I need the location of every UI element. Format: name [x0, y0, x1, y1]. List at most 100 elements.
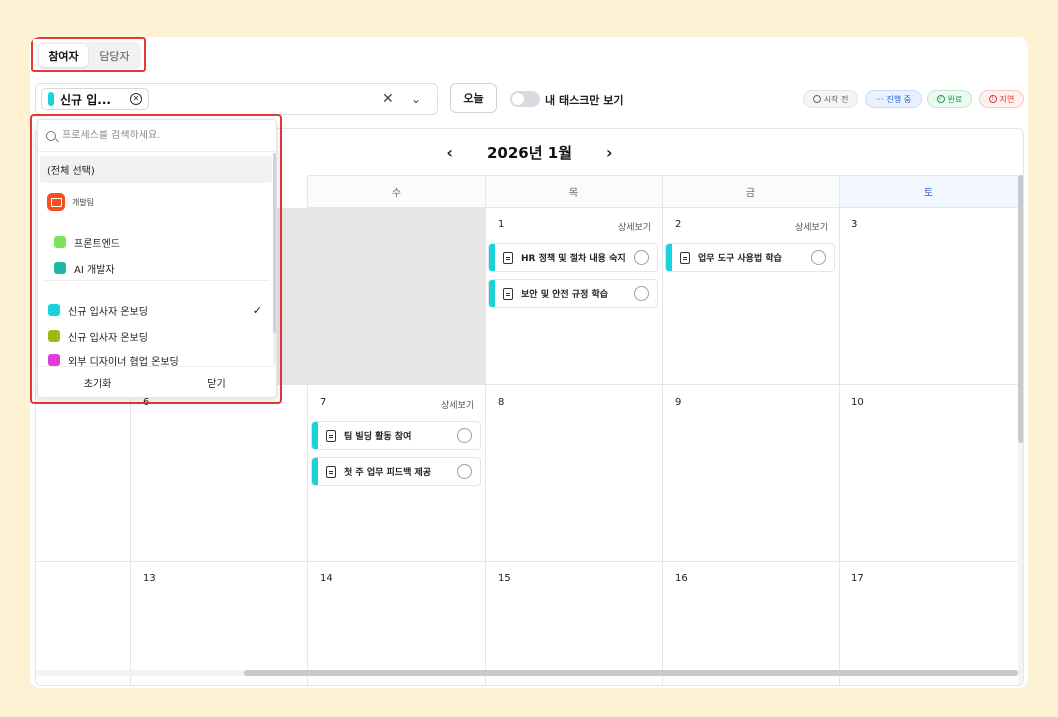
weekday-thu: 목	[485, 175, 662, 208]
task-label: 업무 도구 사용법 학습	[698, 254, 782, 264]
task-complete-toggle[interactable]	[634, 286, 649, 301]
process-option-label: 신규 입사자 온보딩	[68, 332, 148, 344]
detail-link[interactable]: 상세보기	[795, 220, 828, 233]
my-tasks-label: 내 태스크만 보기	[545, 94, 624, 107]
day-number: 1	[498, 219, 505, 230]
task-card[interactable]: 업무 도구 사용법 학습	[665, 243, 835, 272]
task-complete-toggle[interactable]	[634, 250, 649, 265]
chip-color-marker	[48, 92, 54, 106]
color-swatch	[48, 354, 60, 366]
task-label: 첫 주 업무 피드백 제공	[344, 468, 432, 478]
dropdown-search	[38, 120, 276, 152]
weekday-fri: 금	[662, 175, 839, 208]
process-dropdown: (전체 선택) 개발팀 프론트엔드 AI 개발자 신규 입사자 온보딩 ✓ 신규…	[37, 119, 277, 398]
status-in-progress: ··· 진행 중	[865, 90, 922, 108]
grid-vline	[485, 175, 486, 685]
task-label: 보안 및 안전 규정 학습	[521, 290, 609, 300]
task-card[interactable]: 첫 주 업무 피드백 제공	[311, 457, 481, 486]
close-button[interactable]: 닫기	[157, 367, 276, 397]
check-icon: ✓	[252, 303, 262, 317]
select-all-option[interactable]: (전체 선택)	[40, 156, 272, 183]
task-color-bar	[666, 244, 672, 271]
prev-month-icon[interactable]: ‹	[446, 143, 453, 162]
scrollbar-thumb[interactable]	[244, 670, 1018, 676]
day-number: 16	[675, 573, 688, 584]
grid-vline	[662, 175, 663, 685]
document-icon	[503, 287, 513, 300]
scrollbar-thumb[interactable]	[273, 153, 276, 333]
document-icon	[326, 429, 336, 442]
color-swatch	[48, 330, 60, 342]
task-card[interactable]: 팀 빌딩 활동 참여	[311, 421, 481, 450]
group-item-frontend[interactable]: 프론트엔드	[38, 231, 276, 253]
calendar-title: 2026년 1월	[486, 143, 572, 162]
color-swatch	[48, 304, 60, 316]
process-option-onboarding-1[interactable]: 신규 입사자 온보딩 ✓	[38, 299, 276, 321]
task-color-bar	[489, 244, 495, 271]
process-select[interactable]: 신규 입... ✕ ✕ ⌄	[35, 83, 438, 115]
process-option-onboarding-2[interactable]: 신규 입사자 온보딩	[38, 325, 276, 347]
day-number: 13	[143, 573, 156, 584]
next-month-icon[interactable]: ›	[606, 143, 613, 162]
task-color-bar	[312, 422, 318, 449]
day-number: 9	[675, 397, 682, 408]
status-delayed-label: 지연	[999, 94, 1015, 104]
task-label: 팀 빌딩 활동 참여	[344, 432, 412, 442]
day-number: 7	[320, 397, 327, 408]
group-item-ai-developer[interactable]: AI 개발자	[38, 257, 276, 279]
clipboard-check-icon	[326, 465, 336, 478]
task-complete-toggle[interactable]	[811, 250, 826, 265]
color-swatch	[54, 262, 66, 274]
day-number: 15	[498, 573, 511, 584]
task-color-bar	[312, 458, 318, 485]
folder-icon	[47, 193, 65, 211]
task-color-bar	[489, 280, 495, 307]
day-number: 8	[498, 397, 505, 408]
weekday-sat: 토	[839, 175, 1018, 208]
dropdown-scrollbar[interactable]	[273, 153, 276, 365]
grid-vline	[307, 175, 308, 685]
document-icon	[503, 251, 513, 264]
tab-assignee[interactable]: 담당자	[90, 44, 139, 67]
divider	[44, 280, 270, 281]
search-icon	[46, 130, 56, 141]
day-number: 14	[320, 573, 333, 584]
task-label: HR 정책 및 절차 내용 숙지	[521, 254, 626, 264]
dropdown-footer: 초기화 닫기	[38, 366, 276, 397]
not-started-icon	[812, 95, 821, 103]
remove-chip-icon[interactable]: ✕	[130, 93, 142, 105]
chevron-down-icon[interactable]: ⌄	[411, 92, 421, 106]
document-icon	[680, 251, 690, 264]
role-toggle: 참여자 담당자	[37, 42, 141, 69]
ellipsis-icon: ···	[875, 94, 884, 104]
calendar-vertical-scrollbar[interactable]	[1018, 175, 1023, 685]
task-card[interactable]: 보안 및 안전 규정 학습	[488, 279, 658, 308]
calendar-horizontal-scrollbar[interactable]	[36, 670, 1018, 676]
task-complete-toggle[interactable]	[457, 464, 472, 479]
grid-vline	[839, 175, 840, 685]
task-complete-toggle[interactable]	[457, 428, 472, 443]
group-label: 개발팀	[72, 197, 95, 207]
grid-hline	[36, 561, 1023, 562]
my-tasks-toggle[interactable]	[510, 91, 540, 107]
weekday-wed: 수	[308, 175, 485, 208]
today-button[interactable]: 오늘	[450, 83, 497, 113]
alert-circle-icon: !	[988, 95, 997, 103]
check-circle-icon: ✓	[936, 95, 945, 103]
tab-participant[interactable]: 참여자	[39, 44, 88, 67]
main-card: 참여자 담당자 신규 입... ✕ ✕ ⌄ 오늘 내 태스크만 보기 시작 전 …	[30, 37, 1028, 688]
group-item-label: AI 개발자	[74, 264, 115, 276]
process-search-input[interactable]	[62, 130, 252, 141]
detail-link[interactable]: 상세보기	[441, 398, 474, 411]
process-option-label: 신규 입사자 온보딩	[68, 306, 148, 318]
status-not-started: 시작 전	[803, 90, 858, 108]
selected-process-chip: 신규 입... ✕	[41, 88, 149, 110]
task-card[interactable]: HR 정책 및 절차 내용 숙지	[488, 243, 658, 272]
scrollbar-thumb[interactable]	[1018, 175, 1023, 443]
status-in-progress-label: 진행 중	[886, 94, 912, 104]
clear-icon[interactable]: ✕	[382, 91, 394, 107]
detail-link[interactable]: 상세보기	[618, 220, 651, 233]
reset-button[interactable]: 초기화	[38, 367, 157, 397]
color-swatch	[54, 236, 66, 248]
status-done-label: 완료	[947, 94, 963, 104]
